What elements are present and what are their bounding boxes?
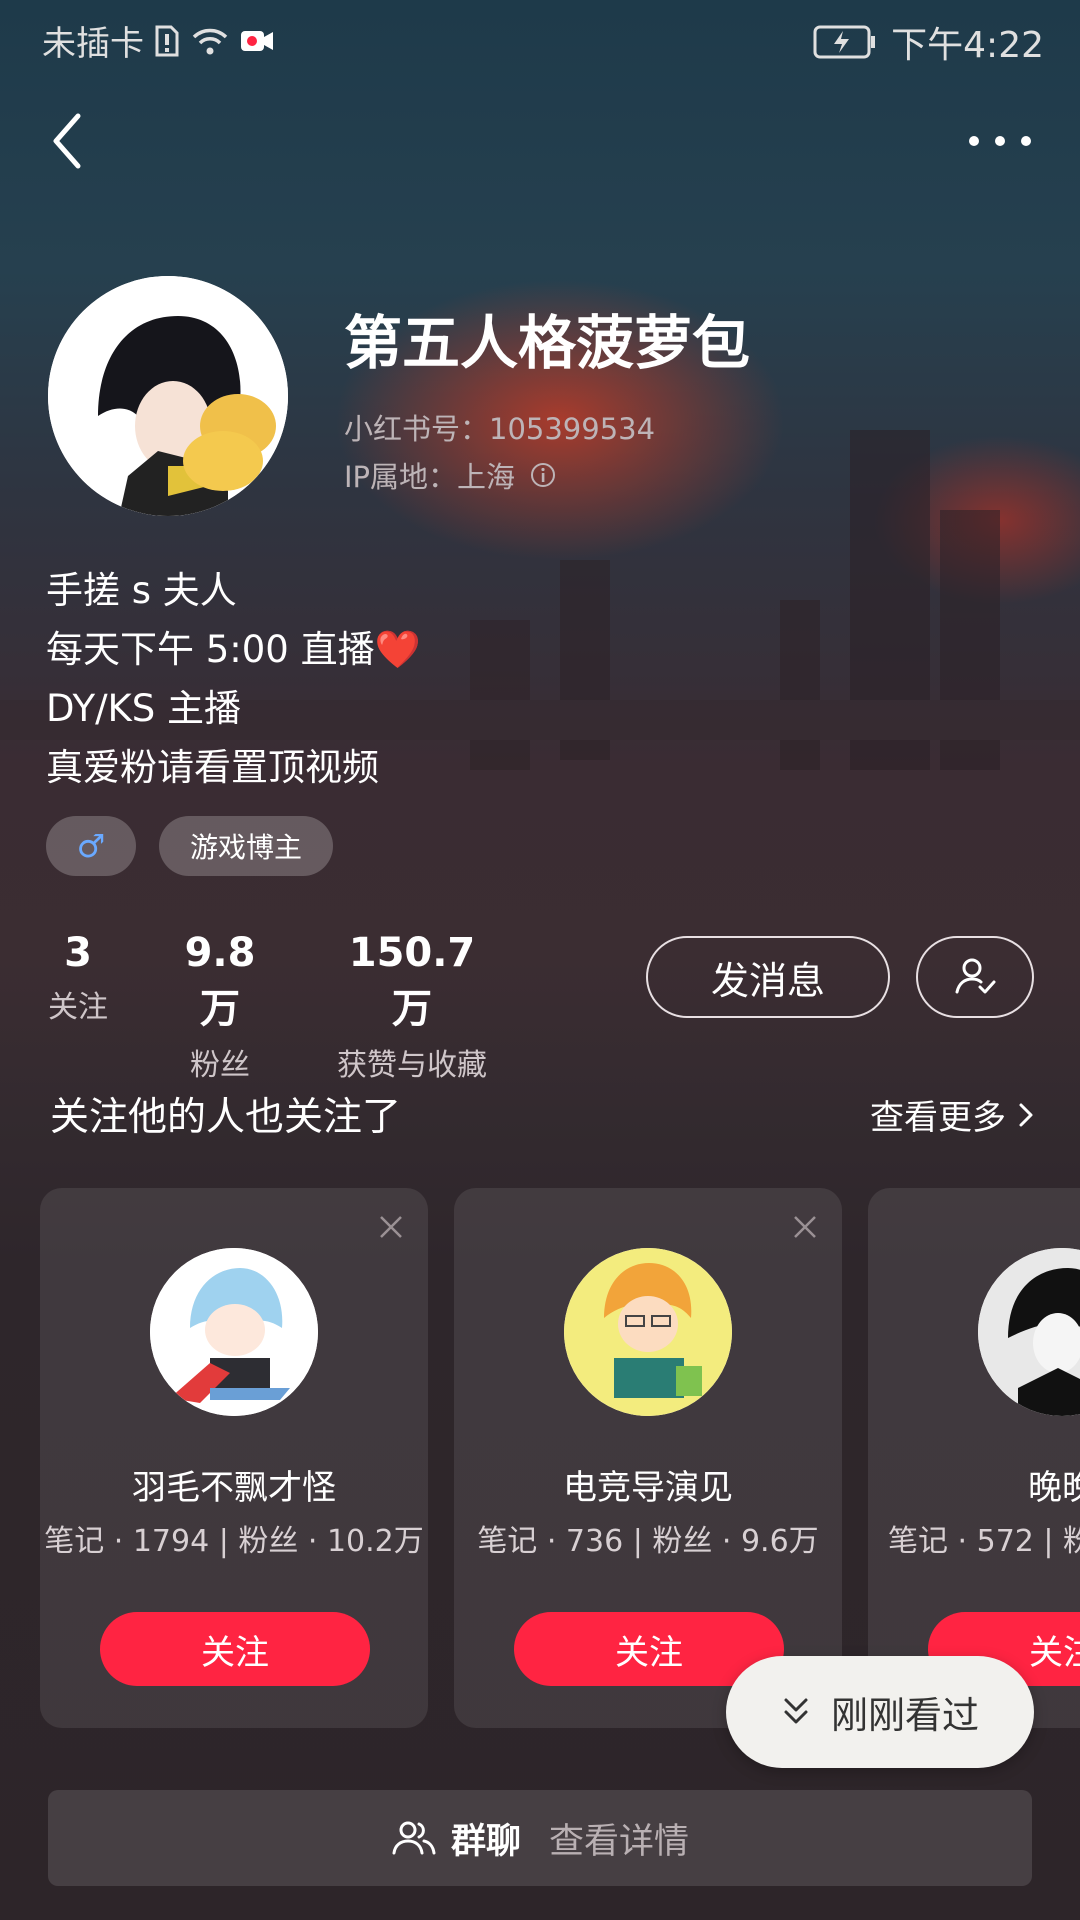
stat-followers-value: 9.8 万 [184,930,256,1032]
status-bar: 未插卡 下午4:22 [0,0,1080,72]
category-tag[interactable]: 游戏博主 [159,816,333,876]
see-more-label: 查看更多 [870,1098,1006,1138]
bio-line-1: 手搓 s 夫人 [46,569,237,612]
group-users-icon [392,1821,436,1855]
recommend-title: 关注他的人也关注了 [50,1095,402,1140]
ip-location: IP属地：上海 [344,454,557,496]
status-right: 下午4:22 [813,16,1044,68]
stat-followers[interactable]: 9.8 万 粉丝 [160,930,280,1084]
group-chat-label: 群聊 [450,1821,521,1862]
card-avatar[interactable] [564,1248,732,1416]
clock: 下午4:22 [891,25,1044,66]
recommend-card[interactable]: 羽毛不飘才怪 笔记 · 1794 | 粉丝 · 10.2万 关注 [40,1188,428,1728]
info-icon[interactable] [529,461,557,489]
avatar-illustration [48,276,288,516]
follow-button[interactable]: 关注 [100,1612,370,1686]
recommend-card[interactable]: 晚晚 笔记 · 572 | 粉 关注 [868,1188,1080,1728]
see-more-link[interactable]: 查看更多 [870,1090,1036,1139]
bio-line-4: 真爱粉请看置顶视频 [46,746,379,789]
stat-likes[interactable]: 150.7 万 获赞与收藏 [322,930,502,1084]
avatar-illustration [978,1248,1080,1416]
stat-following-value: 3 [64,930,92,976]
video-recording-icon [241,30,273,51]
recently-viewed-label: 刚刚看过 [831,1694,979,1737]
profile-name: 第五人格菠萝包 [344,309,751,377]
group-chat-detail: 查看详情 [549,1821,690,1862]
user-check-icon [955,958,996,994]
card-name: 晚晚 [1028,1468,1080,1508]
card-stats: 笔记 · 572 | 粉 [888,1524,1080,1559]
back-icon[interactable] [44,106,104,176]
chevron-right-icon [1019,1103,1033,1126]
sim-alert-icon [155,25,179,56]
card-stats: 笔记 · 1794 | 粉丝 · 10.2万 [44,1524,424,1559]
group-chat-bar[interactable]: 群聊 查看详情 [48,1790,1032,1886]
avatar-illustration [150,1248,318,1416]
ip-location-text: IP属地：上海 [344,460,516,494]
card-avatar[interactable] [150,1248,318,1416]
card-name: 羽毛不飘才怪 [132,1468,336,1508]
male-icon: ♂ [76,827,106,865]
gender-tag: ♂ [46,816,136,876]
stat-following-label: 关注 [48,990,108,1025]
battery-charging-icon [813,25,876,59]
close-icon[interactable] [376,1212,406,1242]
wifi-icon [192,28,228,54]
bio-line-3: DY/KS 主播 [46,687,242,730]
bio-line-2: 每天下午 5:00 直播❤️ [46,628,421,671]
card-avatar[interactable] [978,1248,1080,1416]
stat-likes-label: 获赞与收藏 [337,1048,487,1083]
recommend-card[interactable]: 电竞导演见 笔记 · 736 | 粉丝 · 9.6万 关注 [454,1188,842,1728]
recently-viewed-button[interactable]: 刚刚看过 [726,1656,1034,1768]
stat-likes-value: 150.7 万 [348,930,476,1032]
card-stats: 笔记 · 736 | 粉丝 · 9.6万 [477,1524,819,1559]
profile-id: 小红书号：105399534 [344,412,656,446]
profile-avatar[interactable] [48,276,288,516]
top-nav [0,96,1080,186]
status-left: 未插卡 [42,16,274,65]
double-chevron-down-icon [784,1698,808,1724]
carrier-text: 未插卡 [42,24,144,64]
avatar-illustration [564,1248,732,1416]
send-message-button[interactable]: 发消息 [646,936,890,1018]
stat-followers-label: 粉丝 [190,1048,250,1083]
follow-status-button[interactable] [916,936,1034,1018]
card-name: 电竞导演见 [563,1468,733,1508]
close-icon[interactable] [790,1212,820,1242]
more-options-icon[interactable] [960,116,1040,166]
stat-following[interactable]: 3 关注 [46,930,110,1026]
